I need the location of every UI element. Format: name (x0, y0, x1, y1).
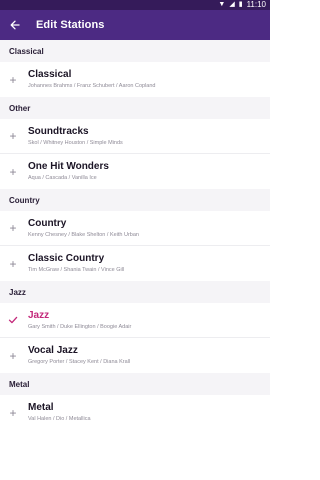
station-name: Soundtracks (28, 125, 89, 137)
station-artists: Gary Smith / Duke Ellington / Boogie Ada… (28, 323, 132, 330)
station-artists: Johannes Brahms / Franz Schubert / Aaron… (28, 83, 156, 89)
station-artists: Tim McGraw / Shania Twain / Vince Gill (28, 267, 125, 273)
station-item[interactable]: + Classical Johannes Brahms / Franz Schu… (0, 62, 270, 97)
check-icon[interactable] (8, 315, 18, 325)
station-list[interactable]: Classical + Classical Johannes Brahms / … (0, 40, 270, 480)
station-name: Classic Country (28, 253, 105, 264)
station-item[interactable]: + Vocal Jazz Gregory Porter / Stacey Ken… (0, 338, 270, 373)
station-artists: Kenny Chesney / Blake Shelton / Keith Ur… (28, 231, 139, 238)
plus-icon[interactable]: + (9, 74, 16, 86)
plus-icon[interactable]: + (9, 350, 16, 362)
status-time: 11:10 (246, 0, 266, 9)
section-header: Other (0, 97, 270, 119)
station-name: Classical (28, 69, 72, 80)
battery-icon: ▮ (238, 1, 243, 8)
station-item[interactable]: Jazz Gary Smith / Duke Ellington / Boogi… (0, 303, 270, 338)
section-jazz: Jazz Jazz Gary Smith / Duke Ellington / … (0, 281, 270, 373)
station-name: Vocal Jazz (28, 345, 78, 356)
section-header: Metal (0, 373, 270, 395)
plus-icon[interactable]: + (9, 407, 16, 419)
plus-icon[interactable]: + (9, 130, 16, 142)
station-item[interactable]: + Country Kenny Chesney / Blake Shelton … (0, 211, 270, 246)
station-item[interactable]: + Soundtracks Skol / Whitney Houston / S… (0, 119, 270, 154)
section-header: Classical (0, 40, 270, 62)
app-bar: Edit Stations (0, 10, 270, 40)
plus-icon[interactable]: + (9, 166, 16, 178)
section-country: Country + Country Kenny Chesney / Blake … (0, 189, 270, 281)
wifi-icon: ▼ (218, 1, 226, 8)
status-bar: ▼ ◢ ▮ 11:10 (0, 0, 270, 10)
section-header: Jazz (0, 281, 270, 303)
plus-icon[interactable]: + (9, 222, 16, 234)
back-button[interactable] (0, 10, 30, 40)
station-artists: Aqua / Cascada / Vanilla Ice (28, 175, 97, 181)
arrow-left-icon (10, 20, 20, 30)
page-title: Edit Stations (36, 19, 105, 31)
station-artists: Skol / Whitney Houston / Simple Minds (28, 139, 123, 146)
station-name: Jazz (28, 309, 50, 321)
plus-icon[interactable]: + (9, 258, 16, 270)
section-header: Country (0, 189, 270, 211)
station-name: Metal (28, 402, 54, 413)
station-name: One Hit Wonders (28, 161, 109, 172)
station-item[interactable]: + Classic Country Tim McGraw / Shania Tw… (0, 246, 270, 281)
section-other: Other + Soundtracks Skol / Whitney Houst… (0, 97, 270, 189)
station-item[interactable]: + One Hit Wonders Aqua / Cascada / Vanil… (0, 154, 270, 189)
station-name: Country (28, 217, 67, 229)
station-artists: Val Halen / Dio / Metallica (28, 416, 91, 422)
section-classical: Classical + Classical Johannes Brahms / … (0, 40, 270, 97)
station-artists: Gregory Porter / Stacey Kent / Diana Kra… (28, 359, 131, 365)
section-metal: Metal + Metal Val Halen / Dio / Metallic… (0, 373, 270, 430)
station-item[interactable]: + Metal Val Halen / Dio / Metallica (0, 395, 270, 430)
signal-icon: ◢ (229, 1, 235, 8)
